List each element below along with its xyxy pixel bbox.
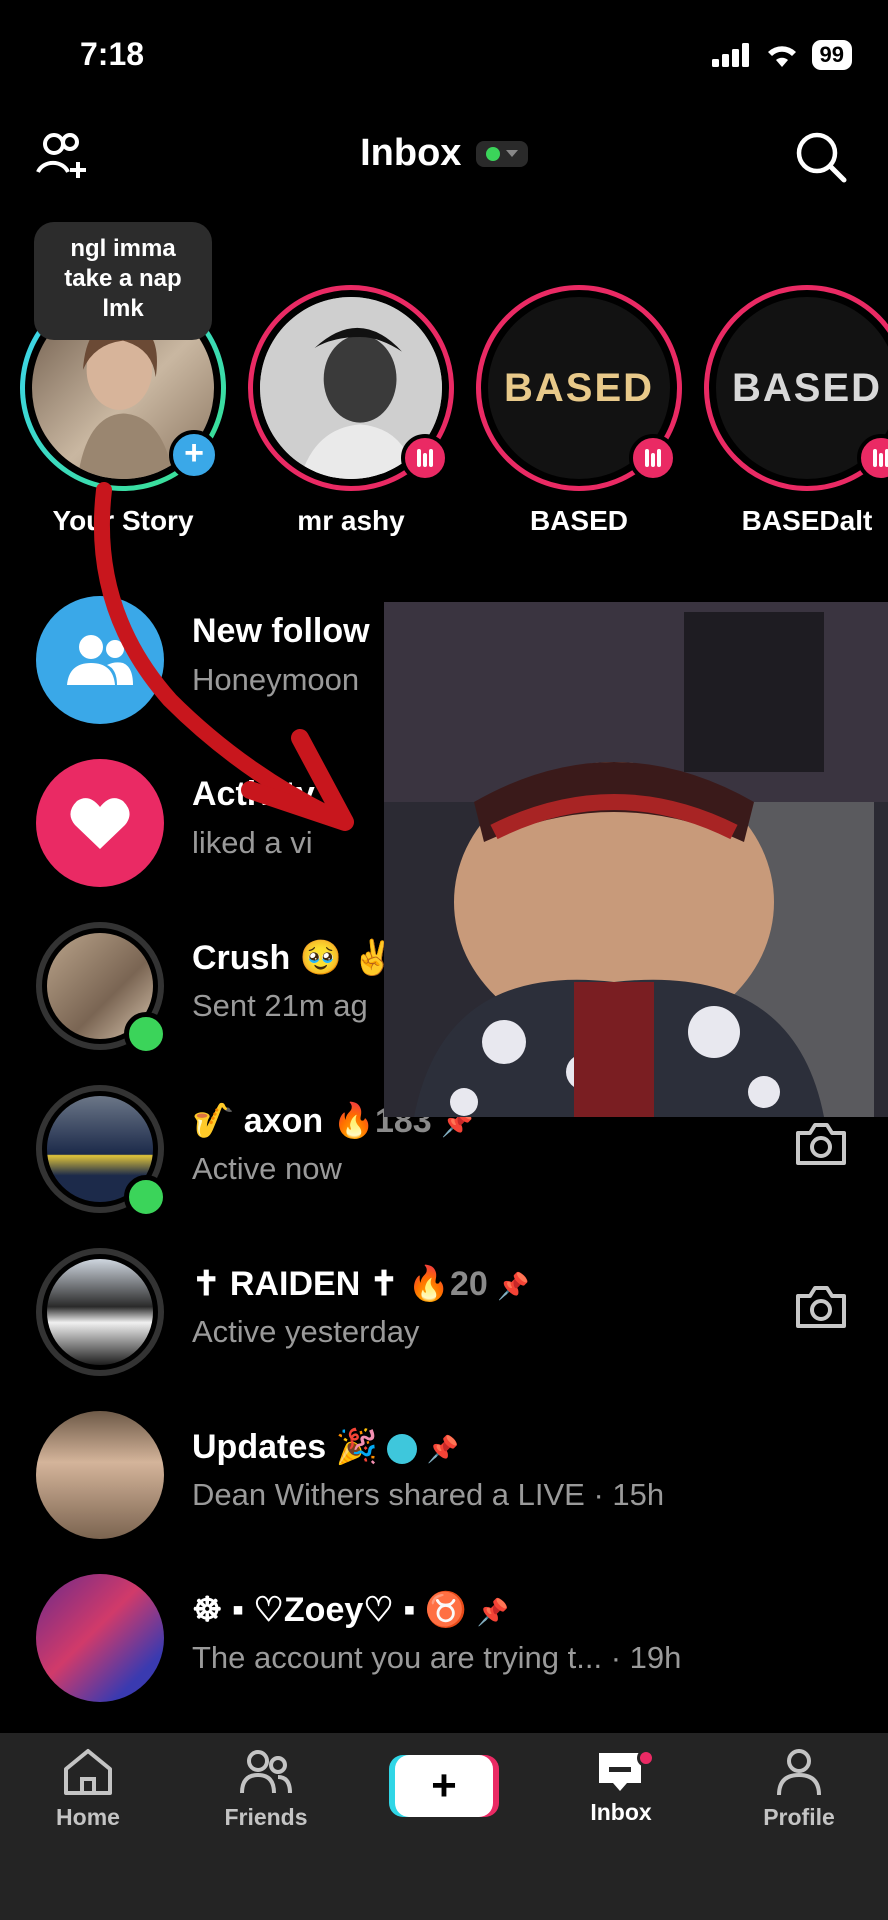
- pin-icon: 📌: [497, 1271, 530, 1301]
- tab-profile[interactable]: Profile: [729, 1747, 869, 1831]
- story-ring: [248, 285, 454, 491]
- heart-icon: [70, 798, 130, 849]
- story-note-bubble[interactable]: ngl imma take a nap lmk: [34, 222, 212, 340]
- live-badge: [401, 434, 449, 482]
- title-text: Updates 🎉: [192, 1428, 378, 1466]
- tab-friends[interactable]: Friends: [196, 1747, 336, 1831]
- search-button[interactable]: [794, 130, 848, 189]
- row-title: Updates 🎉 📌: [192, 1427, 459, 1467]
- title-text: 🎷 axon: [192, 1102, 324, 1140]
- camera-button[interactable]: [794, 1284, 848, 1335]
- note-line-3: lmk: [102, 295, 144, 322]
- avatar: [36, 1574, 164, 1702]
- streak-icon: 🔥: [407, 1265, 451, 1303]
- tab-label: Friends: [224, 1804, 308, 1830]
- online-dot: [485, 146, 500, 161]
- overlay-video-image: [384, 602, 888, 1117]
- live-bars-icon: [417, 449, 433, 467]
- status-time: 7:18: [80, 36, 145, 72]
- row-title: ☸ ▪ ♡Zoey♡ ▪ ♉ 📌: [192, 1590, 509, 1630]
- title-text: ☸ ▪ ♡Zoey♡ ▪ ♉: [192, 1591, 468, 1629]
- home-icon: [64, 1749, 112, 1795]
- avatar: [36, 1248, 164, 1376]
- chat-row-zoey[interactable]: ☸ ▪ ♡Zoey♡ ▪ ♉ 📌 The account you are try…: [0, 1568, 888, 1708]
- chat-bubble-icon: [387, 1434, 418, 1465]
- pin-icon: 📌: [476, 1597, 509, 1627]
- row-subtitle: The account you are trying t... · 19h: [192, 1640, 682, 1675]
- inbox-header: Inbox: [0, 120, 888, 200]
- search-icon: [796, 132, 847, 183]
- live-bars-icon: [645, 449, 661, 467]
- status-bar: 7:18 99: [0, 0, 888, 110]
- row-subtitle: Active now: [192, 1151, 342, 1186]
- story-name: BASED: [529, 505, 628, 536]
- camera-button[interactable]: [794, 1121, 848, 1172]
- story-basedalt[interactable]: BASED BASEDalt: [702, 285, 888, 537]
- streak-icon: 🔥: [332, 1102, 375, 1140]
- based-logo: BASED: [503, 365, 655, 410]
- followers-icon: [67, 635, 133, 685]
- wifi-icon: [767, 46, 796, 67]
- avatar-image: [47, 1259, 153, 1365]
- story-ring: BASED: [476, 285, 682, 491]
- row-title: Crush 🥹 ✌: [192, 939, 394, 977]
- row-title: ✝ RAIDEN ✝ 🔥20 📌: [192, 1264, 530, 1304]
- row-title: Activity: [192, 775, 315, 813]
- note-line-1: ngl imma: [70, 235, 176, 262]
- camera-icon: [796, 1123, 846, 1165]
- tab-label: Home: [56, 1804, 120, 1830]
- story-mr-ashy[interactable]: mr ashy: [246, 285, 456, 537]
- tab-label: Profile: [763, 1804, 835, 1830]
- battery-indicator: 99: [811, 40, 852, 70]
- status-icons: 99: [711, 40, 852, 70]
- tab-label: Inbox: [590, 1799, 652, 1825]
- story-name: Your Story: [52, 505, 194, 536]
- followers-avatar: [36, 596, 164, 724]
- row-subtitle: Honeymoon: [192, 662, 360, 697]
- row-subtitle: liked a vi: [192, 825, 313, 860]
- chevron-down-icon: [505, 149, 518, 157]
- story-name: BASEDalt: [741, 505, 873, 536]
- notification-dot: [637, 1749, 655, 1767]
- add-story-button[interactable]: +: [169, 430, 219, 480]
- create-button[interactable]: +: [395, 1755, 493, 1817]
- tab-home[interactable]: Home: [18, 1747, 158, 1831]
- online-indicator: [124, 1012, 168, 1056]
- signal-icon: [711, 43, 749, 67]
- friends-icon: [240, 1750, 292, 1794]
- live-bars-icon: [873, 449, 888, 467]
- streak-count: 20: [450, 1265, 488, 1303]
- story-name: mr ashy: [297, 505, 405, 536]
- activity-avatar: [36, 759, 164, 887]
- bottom-tab-bar: Home Friends + Inbox Profile: [0, 1733, 888, 1920]
- pin-icon: 📌: [426, 1434, 460, 1464]
- chat-row-raiden[interactable]: ✝ RAIDEN ✝ 🔥20 📌 Active yesterday: [0, 1242, 888, 1382]
- title-text: ✝ RAIDEN ✝: [192, 1265, 399, 1303]
- story-based[interactable]: BASED BASED: [474, 285, 684, 537]
- page-title: Inbox: [360, 132, 462, 174]
- row-subtitle: Sent 21m ag: [192, 988, 368, 1023]
- online-indicator: [124, 1175, 168, 1219]
- row-subtitle: Dean Withers shared a LIVE · 15h: [192, 1477, 665, 1512]
- avatar: [36, 1411, 164, 1539]
- tab-inbox[interactable]: Inbox: [551, 1747, 691, 1826]
- chat-row-updates[interactable]: Updates 🎉 📌 Dean Withers shared a LIVE ·…: [0, 1405, 888, 1545]
- camera-icon: [796, 1286, 846, 1328]
- profile-icon: [777, 1749, 821, 1796]
- row-subtitle: Active yesterday: [192, 1314, 420, 1349]
- row-title: New follow: [192, 612, 370, 650]
- based-logo: BASED: [731, 365, 883, 410]
- live-badge: [629, 434, 677, 482]
- live-badge: [857, 434, 888, 482]
- online-status-toggle[interactable]: [475, 140, 528, 167]
- story-ring: BASED: [704, 285, 888, 491]
- note-line-2: take a nap: [64, 265, 182, 292]
